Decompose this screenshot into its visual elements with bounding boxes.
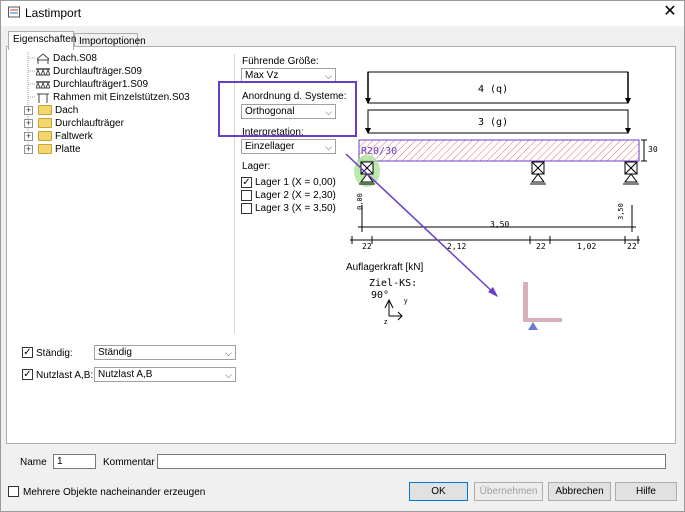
app-icon xyxy=(8,6,20,18)
project-tree: Dach.S08 Durchlaufträger.S09 Durchlauftr… xyxy=(22,52,222,162)
expand-icon[interactable]: + xyxy=(24,106,33,115)
lager-label: Lager: xyxy=(242,161,271,172)
height-dim-label: 30 xyxy=(648,145,658,154)
folder-icon xyxy=(38,131,52,141)
window-title: Lastimport xyxy=(25,6,82,20)
reaction-title: Auflagerkraft [kN] xyxy=(346,262,424,273)
close-icon[interactable]: ✕ xyxy=(660,2,680,22)
staendig-value: Ständig xyxy=(98,347,132,358)
dim-bottom-5: 22 xyxy=(627,242,637,251)
multi-objects-label: Mehrere Objekte nacheinander erzeugen xyxy=(23,487,206,498)
fuehrende-label: Führende Größe: xyxy=(242,56,319,67)
reaction-bar xyxy=(523,282,528,322)
uebernehmen-button[interactable]: Übernehmen xyxy=(474,482,543,501)
folder-icon xyxy=(38,118,52,128)
lager-3-checkbox[interactable] xyxy=(241,203,252,214)
lager-2-checkbox-row[interactable]: Lager 2 (X = 2,30) xyxy=(241,189,341,202)
nutzlast-label: Nutzlast A,B: xyxy=(36,370,94,381)
interpretation-value: Einzellager xyxy=(245,141,295,152)
lager-1-checkbox[interactable]: ✓ xyxy=(241,177,252,188)
annotation-arrow xyxy=(345,153,498,297)
beam-icon xyxy=(36,68,50,76)
lager-3-checkbox-row[interactable]: Lager 3 (X = 3,50) xyxy=(241,202,341,215)
hilfe-button[interactable]: Hilfe xyxy=(615,482,677,501)
tree-item-label: Dach.S08 xyxy=(53,53,97,64)
name-input[interactable]: 1 xyxy=(53,454,96,469)
tree-item-label: Durchlaufträger.S09 xyxy=(53,66,142,77)
lager-1-label: Lager 1 (X = 0,00) xyxy=(255,177,336,188)
dim-bottom-2: 2,12 xyxy=(447,242,467,251)
tab-eigenschaften[interactable]: Eigenschaften xyxy=(8,31,77,50)
tree-item-label: Faltwerk xyxy=(55,131,93,142)
expand-icon[interactable]: + xyxy=(24,132,33,141)
kommentar-label: Kommentar xyxy=(103,457,155,468)
ok-button[interactable]: OK xyxy=(409,482,468,501)
section-label: R20/30 xyxy=(361,146,398,157)
expand-icon[interactable]: + xyxy=(24,145,33,154)
right-vertical-dim: 3,50 xyxy=(617,203,625,220)
dim-bottom-3: 22 xyxy=(536,242,546,251)
lager-2-label: Lager 2 (X = 2,30) xyxy=(255,190,336,201)
angle-label: 90° xyxy=(371,290,390,301)
axis-y-label: y xyxy=(404,298,408,305)
tree-item-label: Durchlaufträger xyxy=(55,118,124,129)
nutzlast-checkbox[interactable]: ✓ xyxy=(22,369,33,380)
tree-item-label: Platte xyxy=(55,144,81,155)
load-q-label: 4 (q) xyxy=(478,84,509,95)
abbrechen-button[interactable]: Abbrechen xyxy=(548,482,611,501)
frame-column-icon xyxy=(37,93,49,103)
tree-item-label: Dach xyxy=(55,105,79,116)
beam-icon xyxy=(36,81,50,89)
span-total-label: 3,50 xyxy=(490,220,510,229)
lager-1-checkbox-row[interactable]: ✓ Lager 1 (X = 0,00) xyxy=(241,176,341,189)
folder-icon xyxy=(38,105,52,115)
folder-icon xyxy=(38,144,52,154)
expand-icon[interactable]: + xyxy=(24,119,33,128)
staendig-select[interactable]: Ständig ⌵ xyxy=(94,345,236,360)
dim-bottom-4: 1,02 xyxy=(577,242,597,251)
nutzlast-value: Nutzlast A,B xyxy=(98,369,153,380)
chevron-down-icon: ⌵ xyxy=(225,370,232,380)
lager-3-label: Lager 3 (X = 3,50) xyxy=(255,203,336,214)
dim-bottom-1: 22 xyxy=(362,242,372,251)
axis-z-label: z xyxy=(384,319,388,326)
chevron-down-icon: ⌵ xyxy=(325,142,332,152)
load-g-label: 3 (g) xyxy=(478,117,509,128)
staendig-label: Ständig: xyxy=(36,348,73,359)
highlight-box xyxy=(218,81,357,137)
frame-icon xyxy=(36,53,50,64)
nutzlast-select[interactable]: Nutzlast A,B ⌵ xyxy=(94,367,236,382)
fuehrende-value: Max Vz xyxy=(245,70,279,81)
staendig-checkbox[interactable]: ✓ xyxy=(22,347,33,358)
tree-item-label: Durchlaufträger1.S09 xyxy=(53,79,149,90)
beam-section xyxy=(358,139,640,162)
system-drawing xyxy=(345,71,647,330)
multi-objects-checkbox[interactable] xyxy=(8,486,19,497)
title-bar xyxy=(1,1,684,25)
interpretation-select[interactable]: Einzellager ⌵ xyxy=(241,139,336,154)
left-vertical-dim: 0,00 xyxy=(356,193,364,210)
name-label: Name xyxy=(20,457,47,468)
chevron-down-icon: ⌵ xyxy=(225,348,232,358)
kommentar-input[interactable] xyxy=(157,454,666,469)
ziel-ks-label: Ziel-KS: xyxy=(369,278,418,289)
tree-item-label: Rahmen mit Einzelstützen.S03 xyxy=(53,92,190,103)
tab-label: Eigenschaften xyxy=(13,34,77,45)
lager-2-checkbox[interactable] xyxy=(241,190,252,201)
